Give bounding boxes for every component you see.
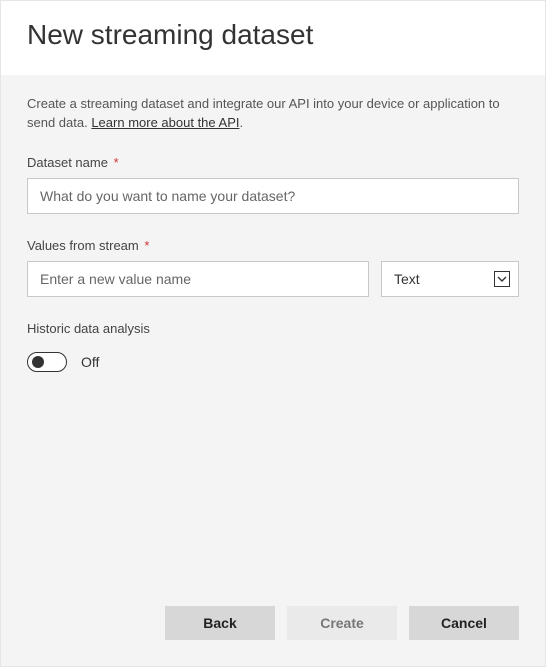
required-indicator: * [144, 238, 149, 253]
required-indicator: * [114, 155, 119, 170]
new-streaming-dataset-panel: New streaming dataset Create a streaming… [0, 0, 546, 667]
back-button[interactable]: Back [165, 606, 275, 640]
dataset-name-label: Dataset name * [27, 155, 519, 170]
cancel-button[interactable]: Cancel [409, 606, 519, 640]
description-after: . [239, 115, 243, 130]
toggle-knob [32, 356, 44, 368]
panel-header: New streaming dataset [1, 1, 545, 75]
panel-footer: Back Create Cancel [27, 590, 519, 640]
chevron-down-icon [494, 271, 510, 287]
values-from-stream-label: Values from stream * [27, 238, 519, 253]
panel-body: Create a streaming dataset and integrate… [1, 75, 545, 666]
historic-data-label: Historic data analysis [27, 321, 519, 336]
learn-more-link[interactable]: Learn more about the API [91, 115, 239, 130]
values-from-stream-label-text: Values from stream [27, 238, 139, 253]
create-button[interactable]: Create [287, 606, 397, 640]
historic-toggle[interactable] [27, 352, 67, 372]
values-from-stream-row: Text [27, 261, 519, 297]
dataset-name-input[interactable] [27, 178, 519, 214]
value-name-input[interactable] [27, 261, 369, 297]
page-title: New streaming dataset [27, 19, 519, 51]
value-type-select[interactable]: Text [381, 261, 519, 297]
dataset-name-label-text: Dataset name [27, 155, 108, 170]
historic-toggle-state: Off [81, 354, 99, 370]
description-text: Create a streaming dataset and integrate… [27, 95, 519, 133]
value-type-selected: Text [394, 271, 420, 287]
historic-toggle-row: Off [27, 352, 519, 372]
